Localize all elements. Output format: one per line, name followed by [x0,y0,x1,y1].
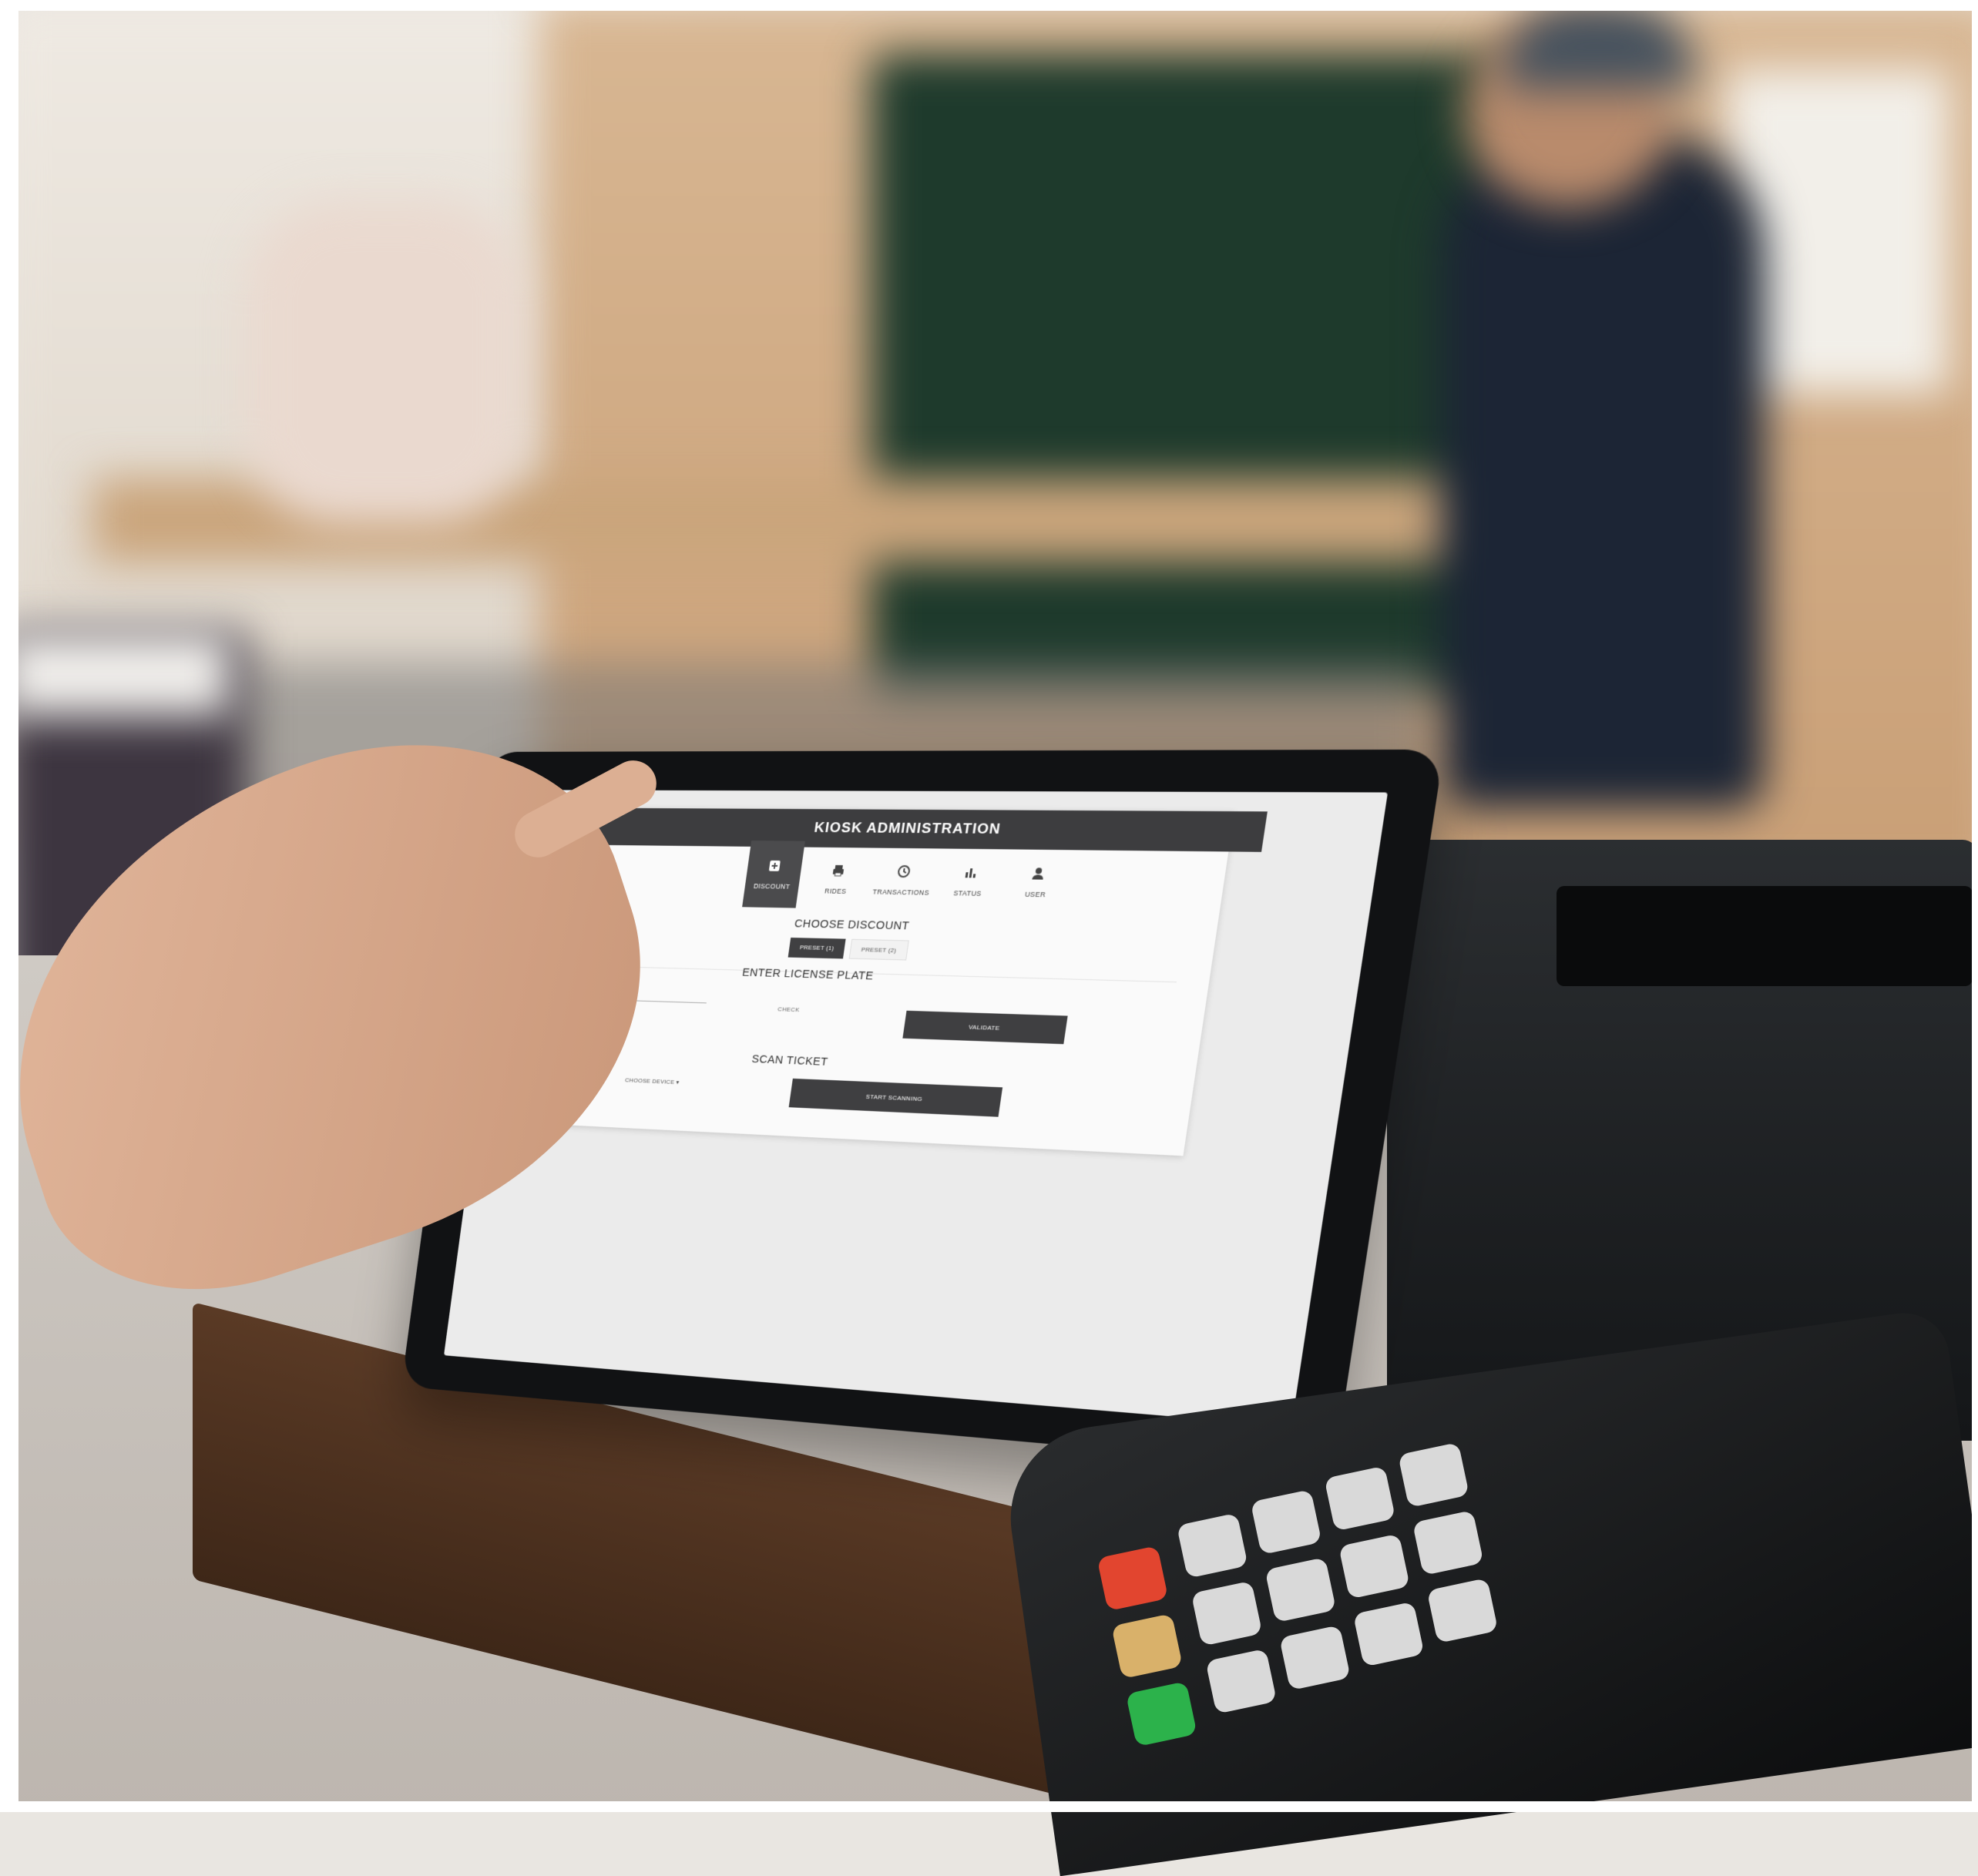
choose-device-dropdown[interactable]: CHOOSE DEVICE ▾ [620,1076,684,1086]
tab-label: TRANSACTIONS [871,888,930,897]
keypad-key [1176,1512,1248,1579]
keypad-key [1250,1489,1322,1556]
keypad-key [1264,1557,1337,1623]
cancel-key [1096,1545,1169,1612]
keypad-key [1412,1509,1484,1576]
discount-preset-1-button[interactable]: PRESET (1) [788,937,846,959]
clock-icon [895,864,912,879]
page-title: KIOSK ADMINISTRATION [813,820,1002,838]
keypad-key [1426,1577,1499,1644]
printer-paper-slot [1557,886,1973,986]
user-icon [1032,868,1044,880]
tab-label: STATUS [952,889,982,898]
tab-user[interactable]: USER [1004,851,1070,913]
printer-icon [832,864,845,878]
keypad-key [1352,1601,1425,1667]
keypad-key [1324,1465,1396,1532]
check-button[interactable]: CHECK [773,1005,804,1014]
keypad-key [1398,1441,1469,1509]
tab-label: DISCOUNT [753,882,791,891]
seated-customer [247,200,524,524]
tab-transactions[interactable]: TRANSACTIONS [871,850,935,911]
clear-key [1111,1613,1183,1680]
discount-preset-2-button[interactable]: PRESET (2) [848,938,909,961]
tab-label: RIDES [824,887,848,895]
enter-key [1125,1681,1197,1747]
start-scanning-button[interactable]: START SCANNING [788,1078,1003,1117]
license-plate-heading: ENTER LICENSE PLATE [741,965,875,983]
left-counter-top [0,632,231,717]
tab-label: USER [1024,890,1046,899]
scan-ticket-heading: SCAN TICKET [751,1052,829,1069]
tab-status[interactable]: STATUS [937,851,1002,912]
keypad-key [1279,1625,1351,1691]
tab-discount[interactable]: DISCOUNT [742,841,805,908]
tab-rides[interactable]: RIDES [806,849,869,909]
keypad-key [1190,1580,1263,1646]
keypad-key [1205,1648,1278,1714]
keypad-key [1338,1533,1410,1599]
bar-chart-icon [965,868,976,878]
standing-staff-member [1441,131,1765,809]
discount-icon [767,858,784,874]
validate-button[interactable]: VALIDATE [902,1010,1068,1045]
app-header: KIOSK ADMINISTRATION [576,807,1268,852]
green-plant-wall [871,54,1518,693]
